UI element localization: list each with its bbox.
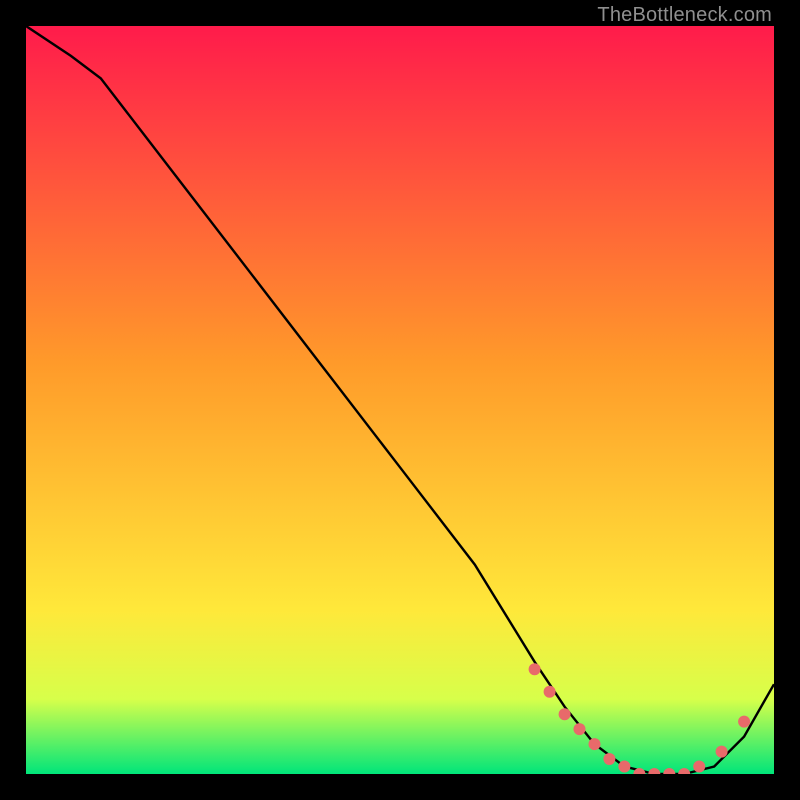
curve-marker — [589, 738, 601, 750]
chart-svg — [26, 26, 774, 774]
gradient-background — [26, 26, 774, 774]
curve-marker — [693, 761, 705, 773]
attribution-text: TheBottleneck.com — [597, 4, 772, 27]
curve-marker — [559, 708, 571, 720]
outer-frame: TheBottleneck.com — [0, 0, 800, 800]
curve-marker — [603, 753, 615, 765]
curve-marker — [716, 746, 728, 758]
chart-area — [26, 26, 774, 774]
curve-marker — [738, 716, 750, 728]
curve-marker — [574, 723, 586, 735]
curve-marker — [544, 686, 556, 698]
curve-marker — [529, 663, 541, 675]
curve-marker — [618, 761, 630, 773]
